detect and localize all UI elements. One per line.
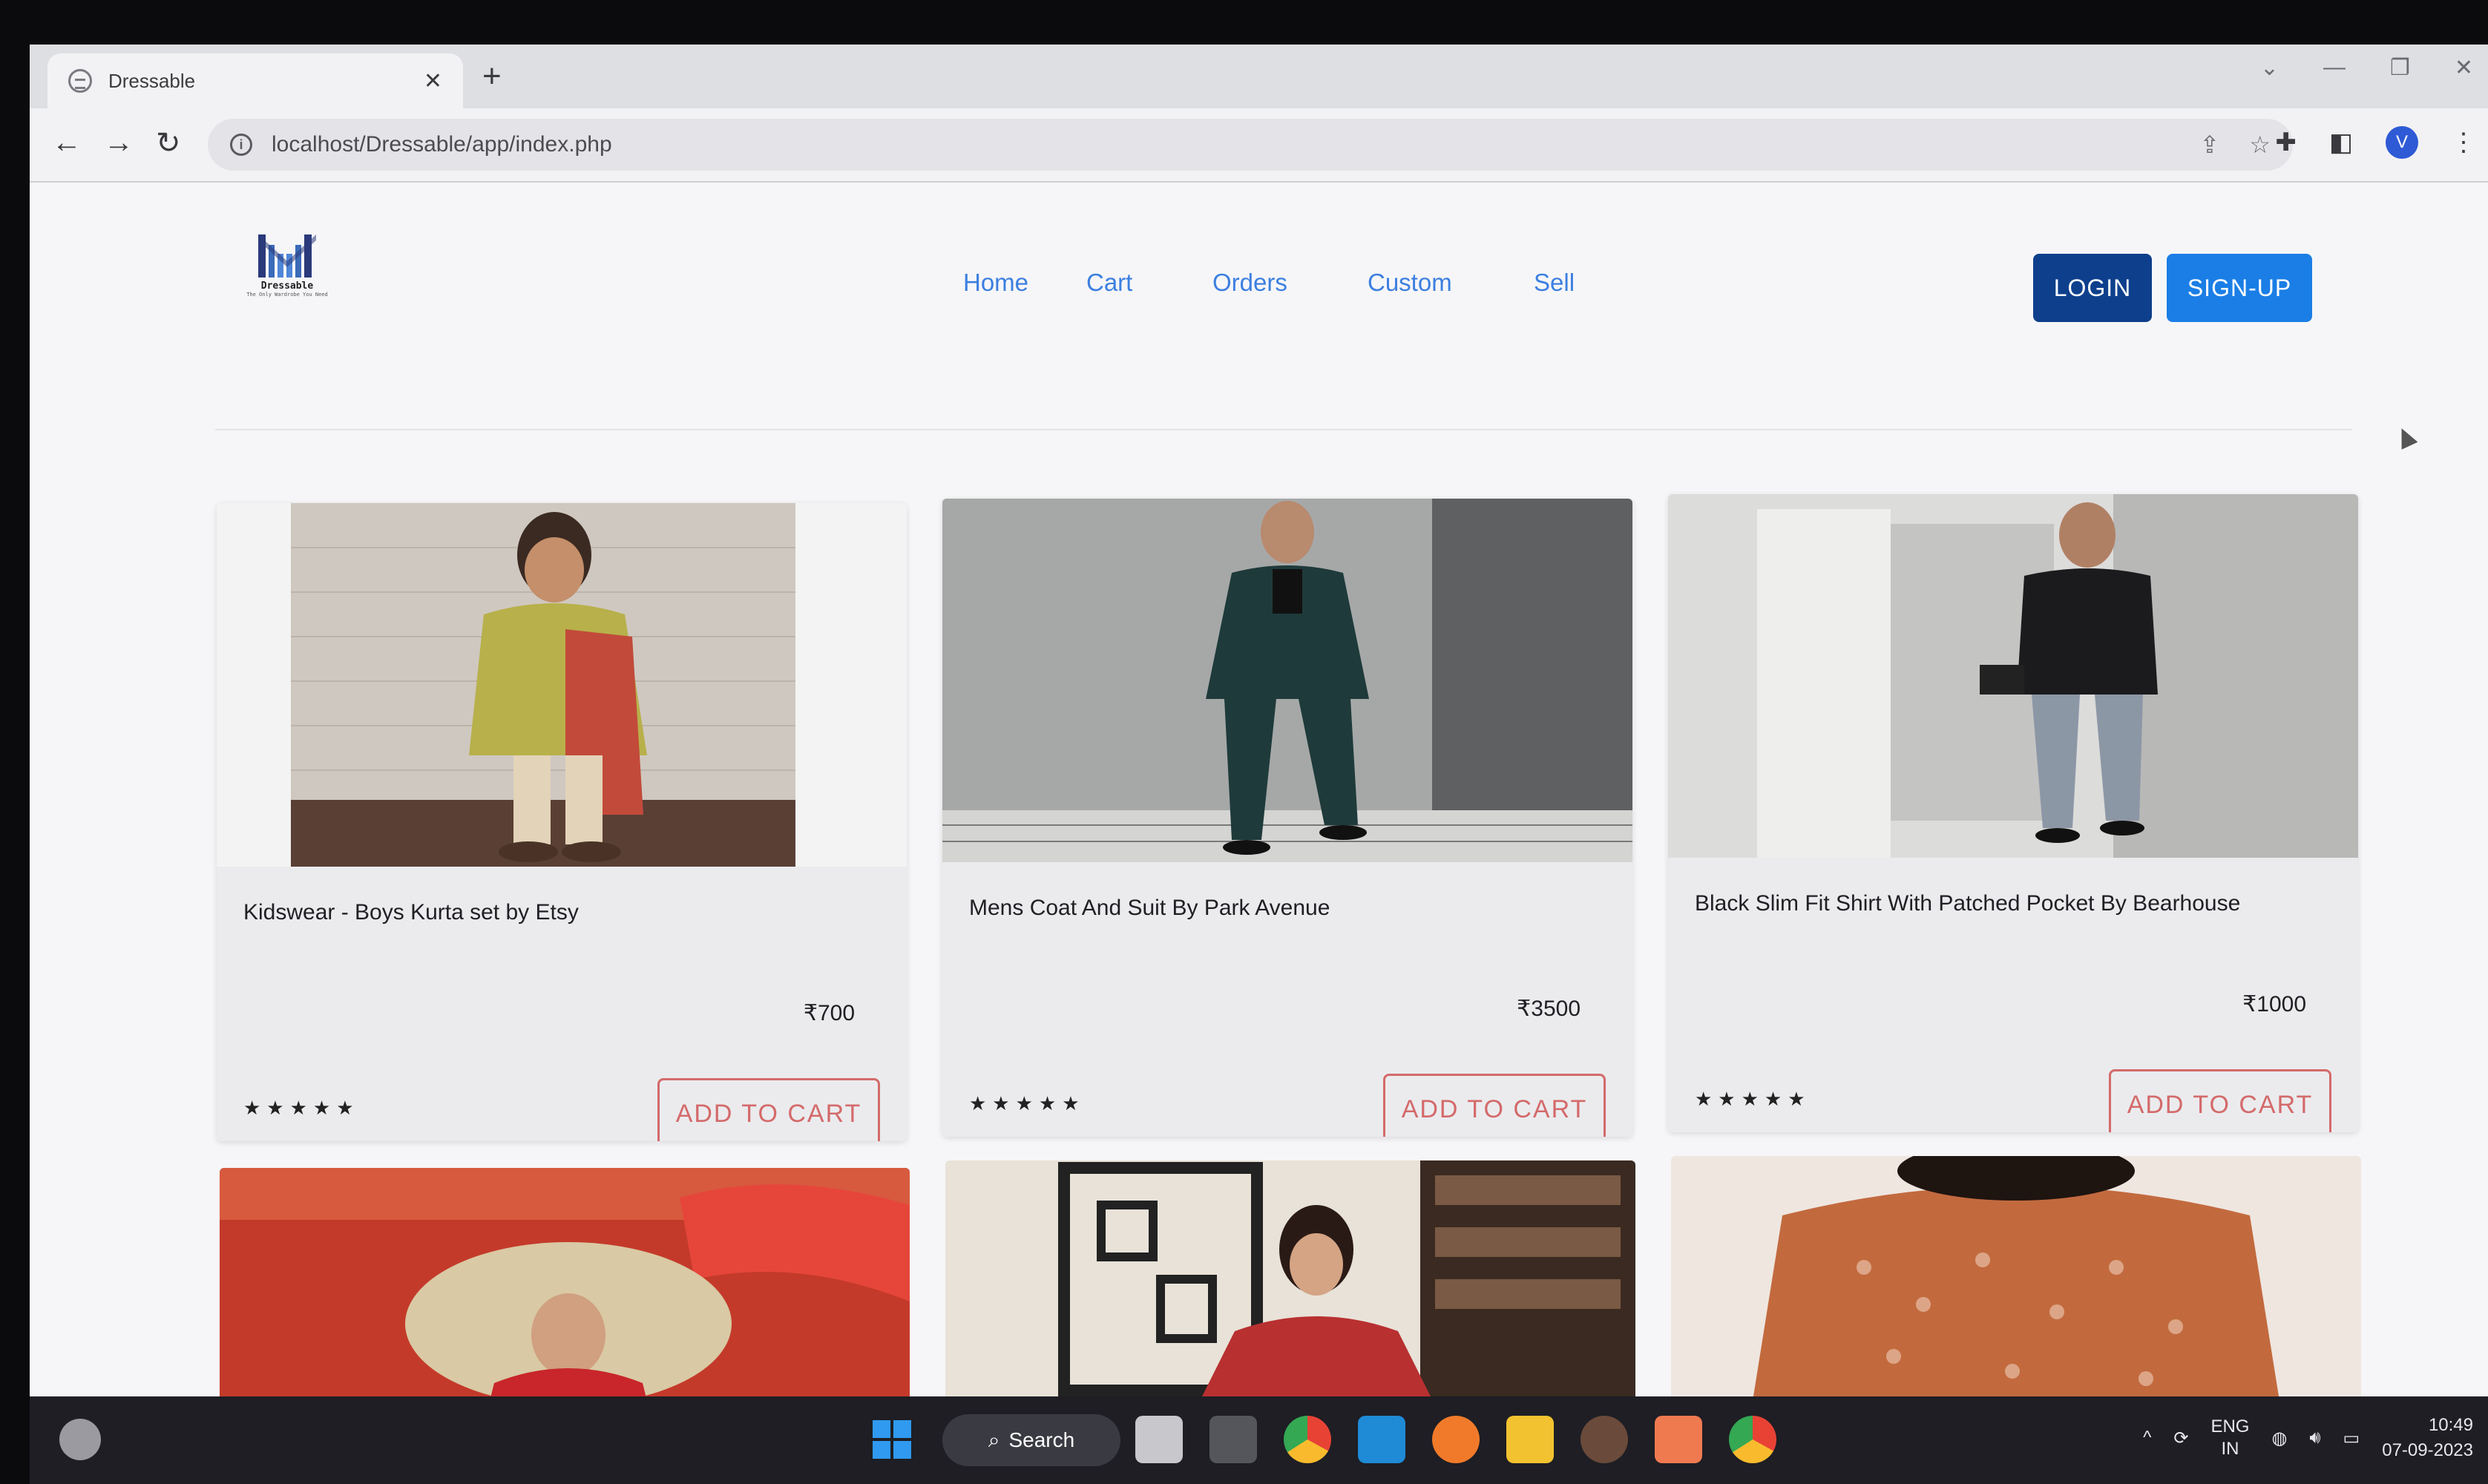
star-rating: ★★★★★ [969,1092,1086,1114]
sublime-icon[interactable] [1432,1416,1480,1463]
network-icon[interactable]: ◍ [2271,1428,2287,1449]
terminal-icon[interactable] [1209,1416,1257,1463]
chrome-profile-icon[interactable] [1729,1416,1776,1463]
signup-button[interactable]: SIGN-UP [2167,254,2312,322]
product-image-row2-1[interactable] [220,1168,910,1396]
product-image-row2-2[interactable] [945,1160,1635,1396]
bookmark-star-icon[interactable]: ☆ [2249,131,2271,159]
tab-search-icon[interactable]: ⌄ [2260,55,2279,81]
sync-icon[interactable]: ⟳ [2173,1428,2188,1449]
restore-icon[interactable]: ❐ [2390,55,2410,81]
toolbar-right: ✚ ◧ V ⋮ [2275,126,2476,159]
star-rating: ★★★★★ [1695,1088,1811,1110]
battery-icon[interactable]: ▭ [2343,1428,2360,1449]
product-price: ₹1000 [2242,992,2306,1017]
tab-strip: Dressable ✕ + ⌄ — ❐ ✕ [30,45,2488,108]
login-button[interactable]: LOGIN [2033,254,2152,322]
product-image-kids-red[interactable] [220,1168,910,1396]
product-price: ₹3500 [1517,997,1581,1021]
product-image-suit[interactable] [942,499,1632,862]
product-image-kurta[interactable] [217,503,907,867]
close-tab-icon[interactable]: ✕ [424,68,442,94]
nav-orders[interactable]: Orders [1212,269,1287,297]
system-tray: ^ ⟳ ENG IN ◍ 🔊︎ ▭ 10:49 07-09-2023 [2143,1413,2473,1463]
back-button[interactable]: ← [52,126,82,160]
side-panel-icon[interactable]: ◧ [2329,128,2353,157]
add-to-cart-button[interactable]: ADD TO CART [657,1078,880,1141]
new-tab-button[interactable]: + [482,58,502,95]
product-image-row2-3[interactable] [1671,1156,2361,1396]
mouse-cursor-icon [2393,424,2418,450]
clock-time: 10:49 [2428,1415,2473,1435]
product-name[interactable]: Kidswear - Boys Kurta set by Etsy [243,900,579,925]
product-card[interactable]: Black Slim Fit Shirt With Patched Pocket… [1668,494,2358,1132]
browser-tab[interactable]: Dressable ✕ [47,53,463,108]
product-name[interactable]: Mens Coat And Suit By Park Avenue [969,896,1330,921]
taskbar-search-label: Search [1008,1428,1075,1451]
tab-title: Dressable [108,69,196,92]
window-controls: ⌄ — ❐ ✕ [2260,55,2473,81]
web-page: Dressable The Only Wardrobe You Need Hom… [30,184,2488,1396]
minimize-icon[interactable]: — [2323,55,2346,81]
product-card[interactable]: Kidswear - Boys Kurta set by Etsy ₹700 ★… [217,503,907,1141]
nav-sell[interactable]: Sell [1534,269,1575,297]
logo-brand-text: Dressable [260,280,314,292]
chrome-icon[interactable] [1284,1416,1331,1463]
menu-kebab-icon[interactable]: ⋮ [2451,128,2476,157]
reload-button[interactable]: ↻ [156,126,181,160]
globe-icon [68,69,92,93]
weather-widget-icon[interactable] [59,1419,101,1460]
share-icon[interactable]: ⇪ [2200,131,2220,159]
site-logo[interactable]: Dressable The Only Wardrobe You Need [224,229,350,318]
app-icon[interactable] [1581,1416,1628,1463]
nav-cart[interactable]: Cart [1086,269,1132,297]
product-image-shirt[interactable] [1668,494,2358,858]
star-rating: ★★★★★ [243,1097,360,1119]
product-card[interactable]: Mens Coat And Suit By Park Avenue ₹3500 … [942,499,1632,1137]
search-icon: ⌕ [988,1428,1000,1451]
add-to-cart-button[interactable]: ADD TO CART [2109,1069,2331,1132]
nav-home[interactable]: Home [963,269,1028,297]
product-image-dress-red[interactable] [945,1160,1635,1396]
product-image-top-floral[interactable] [1671,1156,2361,1396]
language-indicator[interactable]: ENG IN [2210,1416,2249,1460]
lang-line1: ENG [2210,1416,2250,1437]
product-price: ₹700 [803,1001,855,1025]
logo-mark-icon [258,234,316,278]
tray-chevron-icon[interactable]: ^ [2143,1428,2151,1448]
url-text[interactable]: localhost/Dressable/app/index.php [272,132,2170,157]
address-bar[interactable]: i localhost/Dressable/app/index.php ⇪ ☆ [208,119,2293,171]
browser-toolbar: ← → ↻ i localhost/Dressable/app/index.ph… [30,108,2488,183]
site-info-icon[interactable]: i [230,134,252,156]
windows-taskbar: ⌕ Search ^ ⟳ ENG IN ◍ 🔊︎ ▭ 10:49 07-09-2… [30,1396,2488,1484]
file-explorer-icon[interactable] [1506,1416,1554,1463]
nav-custom[interactable]: Custom [1368,269,1452,297]
header-divider [215,429,2352,430]
xampp-icon[interactable] [1655,1416,1702,1463]
task-view-icon[interactable] [1135,1416,1183,1463]
product-name[interactable]: Black Slim Fit Shirt With Patched Pocket… [1695,891,2240,916]
volume-icon[interactable]: 🔊︎ [2309,1428,2320,1448]
windows-start-icon[interactable] [868,1416,916,1463]
lang-line2: IN [2221,1439,2239,1459]
add-to-cart-button[interactable]: ADD TO CART [1383,1074,1606,1137]
screen: Dressable ✕ + ⌄ — ❐ ✕ ← → ↻ i localhost/… [30,45,2488,1396]
vscode-icon[interactable] [1358,1416,1405,1463]
extensions-icon[interactable]: ✚ [2275,128,2297,157]
taskbar-search[interactable]: ⌕ Search [942,1414,1120,1466]
clock-date: 07-09-2023 [2382,1440,2473,1460]
forward-button[interactable]: → [104,126,134,160]
close-window-icon[interactable]: ✕ [2455,55,2473,81]
profile-avatar[interactable]: V [2386,126,2418,159]
clock[interactable]: 10:49 07-09-2023 [2382,1413,2473,1463]
logo-tagline: The Only Wardrobe You Need [246,292,328,298]
